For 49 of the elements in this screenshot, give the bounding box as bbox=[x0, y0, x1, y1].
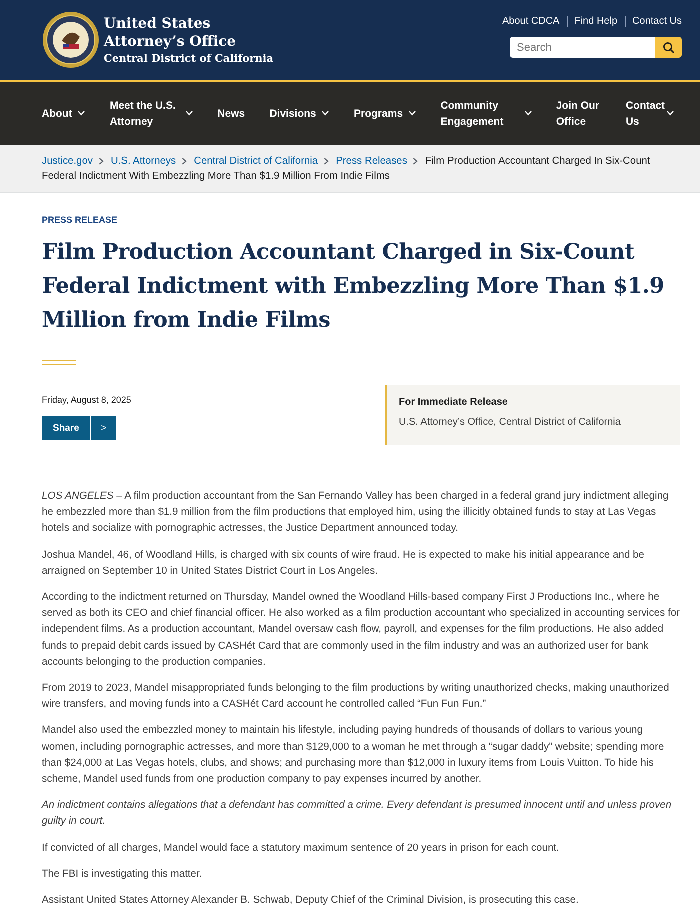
caret-icon bbox=[78, 111, 86, 116]
release-heading: For Immediate Release bbox=[399, 397, 509, 408]
release-text: U.S. Attorney’s Office, Central District of California bbox=[399, 417, 622, 428]
chevron-icon bbox=[98, 158, 104, 165]
paragraph: If convicted of all charges, Mandel would face a statutory maximum sentence of 20 years in prison for each count. bbox=[42, 842, 560, 856]
paragraph: Joshua Mandel, 46, of Woodland Hills, is charged with six counts of wire fraud. He is expected to make his initial appearance and be arraigned on September 10 in United States District Court in Los Angeles. bbox=[42, 548, 646, 579]
breadcrumb-link[interactable]: Press Releases bbox=[336, 156, 408, 167]
site-subtitle: Central District of California bbox=[104, 53, 274, 65]
nav-item[interactable]: About bbox=[42, 106, 86, 122]
paragraph: The FBI is investigating this matter. bbox=[42, 868, 204, 882]
breadcrumb-current: Federal Indictment With Embezzling More Than $1.9 Million From Indie Films bbox=[42, 171, 390, 182]
seal-icon bbox=[42, 11, 100, 69]
eyebrow-label: PRESS RELEASE bbox=[42, 215, 119, 225]
breadcrumb-link[interactable]: U.S. Attorneys bbox=[110, 156, 176, 167]
share-button[interactable]: Share > bbox=[42, 416, 116, 440]
nav-item[interactable]: Programs bbox=[354, 106, 416, 122]
utility-link[interactable]: About CDCA bbox=[502, 16, 560, 27]
paragraph: According to the indictment returned on Thursday, Mandel owned the Woodland Hills-based company First J Productions Inc., where he served as both its CEO and chief financial officer. He also worked as a film production accountant who specialized in accounting services for independent films. As a production accountant, Mandel oversaw cash flow, payroll, and expenses for the film productions. He also added funds to prepaid debit cards issued by CASHét Card that are commonly used in the film industry and was an authorized user for bank accounts belonging to the production companies. bbox=[42, 591, 680, 670]
nav-item[interactable]: Meet the U.S. Attorney bbox=[110, 98, 193, 130]
nav-item[interactable]: Divisions bbox=[270, 106, 330, 122]
search-field[interactable]: Search bbox=[510, 37, 655, 58]
nav-item[interactable]: News bbox=[218, 106, 246, 122]
search-icon bbox=[662, 42, 674, 54]
caret-icon bbox=[186, 111, 193, 116]
paragraph: Assistant United States Attorney Alexander B. Schwab, Deputy Chief of the Criminal Division, is prosecuting this case. bbox=[42, 894, 580, 908]
breadcrumb-link[interactable]: Justice.gov bbox=[42, 156, 93, 167]
search-button[interactable] bbox=[655, 37, 682, 58]
chevron-icon bbox=[324, 158, 330, 165]
site-title[interactable]: United States Attorney’s Office bbox=[104, 15, 236, 51]
nav-item[interactable]: Join Our Office bbox=[556, 98, 602, 130]
utility-link[interactable]: Contact Us bbox=[632, 16, 682, 27]
caret-icon bbox=[322, 111, 330, 116]
utility-link[interactable]: Find Help bbox=[574, 16, 618, 27]
date-text: Friday, August 8, 2025 bbox=[42, 395, 132, 405]
paragraph: An indictment contains allegations that a defendant has committed a crime. Every defendant is presumed innocent until and unless proven guilty in court. bbox=[42, 799, 673, 830]
caret-icon bbox=[666, 111, 674, 116]
chevron-icon bbox=[182, 158, 188, 165]
caret-icon bbox=[409, 111, 416, 116]
breadcrumb-link[interactable]: Central District of California bbox=[194, 156, 318, 167]
nav-item[interactable]: Community Engagement bbox=[440, 98, 532, 130]
breadcrumb-current: Film Production Accountant Charged In Six-Count bbox=[425, 156, 650, 167]
chevron-icon bbox=[413, 158, 418, 165]
paragraph: Mandel also used the embezzled money to maintain his lifestyle, including paying hundreds of thousands of dollars to various young women, including pornographic actresses, and more than $129,000 to a woman he met through a “sugar daddy” website; spending more than $24,000 at Las Vegas hotels, clubs, and shows; and purchasing more than $12,000 in luxury items from Louis Vuitton. To hide his scheme, Mandel used funds from one production company to pay expenses incurred by another. bbox=[42, 724, 666, 788]
nav-item[interactable]: Contact Us bbox=[626, 98, 674, 130]
article-title: Film Production Accountant Charged in Six-Count Federal Indictment with Embezzling More Than $1.9 Million from Indie Films bbox=[42, 239, 666, 335]
paragraph: From 2019 to 2023, Mandel misappropriated funds belonging to the film productions by writing unauthorized checks, making unauthorized wire transfers, and moving funds into a CASHét Card account he controlled called “Fun Fun Fun.” bbox=[42, 682, 670, 712]
caret-icon bbox=[524, 111, 532, 116]
title-rule bbox=[42, 360, 76, 365]
paragraph: LOS ANGELES – A film production accountant from the San Fernando Valley has been charged in a federal grand jury indictment alleging he embezzled more than $1.9 million from the film productions that employed him, using the illicitly obtained funds to stay at Las Vegas hotels and socialize with pornographic actresses, the Justice Department announced today. bbox=[42, 490, 670, 536]
